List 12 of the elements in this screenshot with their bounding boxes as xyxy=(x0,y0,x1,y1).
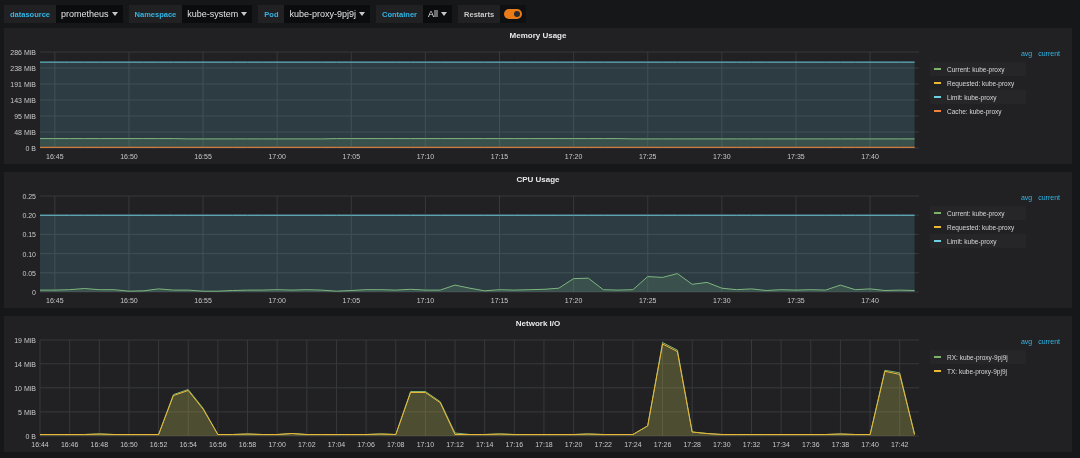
panel-title: Network I/O xyxy=(514,318,562,330)
caret-icon xyxy=(241,12,248,16)
panel-title: CPU Usage xyxy=(515,174,561,186)
variable-dropdown[interactable]: All xyxy=(423,5,453,23)
caret-icon xyxy=(441,12,448,16)
caret-icon xyxy=(359,12,365,16)
variable-dropdown[interactable]: kube-system xyxy=(182,5,253,23)
variable-dropdown[interactable]: prometheus xyxy=(56,5,123,23)
variable-dropdown[interactable]: kube-proxy-9pj9j xyxy=(284,5,370,23)
toggle-switch[interactable] xyxy=(504,9,523,19)
panel-title: Memory Usage xyxy=(508,30,568,42)
caret-icon xyxy=(111,12,118,16)
